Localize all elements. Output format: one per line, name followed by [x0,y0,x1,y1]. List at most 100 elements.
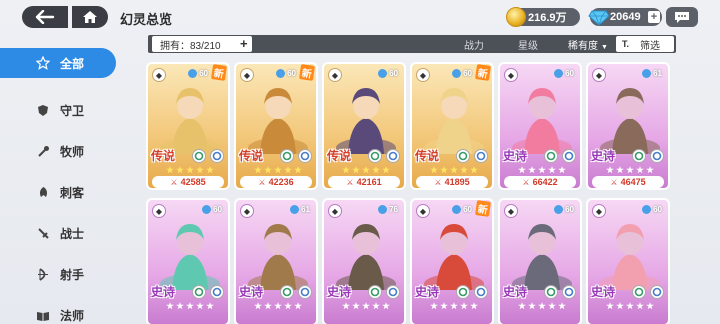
hero-card[interactable]: ◆ 60 史诗 [498,198,582,324]
hero-card[interactable]: ◆ 60 史诗 ⚔ 66422 [498,62,582,190]
element-icon [280,285,294,299]
plus-icon[interactable]: + [648,11,660,23]
level-icon [378,205,388,214]
sidebar-item-priest[interactable]: 牧师 [0,131,118,172]
star-icon [294,166,302,174]
star-icon [196,302,204,310]
filter-bar: 拥有：83/210 + 战力 星级 稀有度 ▼ T. 筛选 [148,35,676,53]
star-icon [196,166,204,174]
star-icon [558,166,566,174]
power-value: ⚔ 42585 [152,176,224,188]
star-rating [594,302,666,310]
new-badge: 新 [299,64,315,81]
staff-icon [36,145,50,159]
sidebar-item-archer[interactable]: 射手 [0,254,118,295]
class-icon: ◆ [328,68,342,82]
level-badge: 60 [188,69,208,78]
filter-button[interactable]: T. 筛选 [616,36,674,52]
level-badge: 60 [378,69,398,78]
level-icon [642,69,652,78]
star-icon [636,166,644,174]
sort-star-tab[interactable]: 星级 [518,37,538,52]
crossed-swords-icon: ⚔ [258,177,266,187]
power-value: ⚔ 46475 [592,176,664,188]
plus-icon[interactable]: + [240,36,248,51]
class-icon: ◆ [504,68,518,82]
hero-card[interactable]: ◆ 76 史诗 [322,198,406,324]
hero-portrait [600,88,660,154]
star-icon [254,166,262,174]
back-arrow-icon [35,10,55,24]
power-number: 66422 [532,177,558,187]
power-value: ⚔ 42161 [328,176,400,188]
level-icon [188,69,198,78]
hero-portrait [248,224,308,290]
star-icon [616,302,624,310]
star-icon [518,302,526,310]
power-number: 42161 [356,177,382,187]
star-outline-icon [36,56,50,70]
class-icon: ◆ [504,204,518,218]
sidebar-item-guard[interactable]: 守卫 [0,90,118,131]
star-rating [242,166,314,174]
star-icon [372,302,380,310]
owned-count[interactable]: 拥有：83/210 + [152,36,252,52]
hero-card[interactable]: ◆ 61 史诗 ⚔ 46475 [586,62,670,190]
class-icon: ◆ [328,204,342,218]
level-badge: 60 [452,205,472,214]
class-icon: ◆ [152,68,166,82]
star-icon [284,302,292,310]
new-badge: 新 [211,64,227,81]
hero-card[interactable]: ◆ 61 史诗 [234,198,318,324]
star-rating [418,166,490,174]
star-icon [470,302,478,310]
faction-icon [298,285,312,299]
hero-card[interactable]: ◆ 60 新传说 ⚔ 42236 [234,62,318,190]
star-icon [606,166,614,174]
level-value: 61 [653,69,662,78]
rarity-label: 史诗 [327,285,352,299]
rarity-label: 史诗 [415,285,440,299]
sidebar-item-all[interactable]: 全部 [0,48,116,78]
power-number: 46475 [620,177,646,187]
hero-card[interactable]: ◆ 60 史诗 [586,198,670,324]
back-button[interactable] [22,6,68,28]
level-badge: 60 [452,69,472,78]
star-rating [154,166,226,174]
hero-portrait [424,88,484,154]
sidebar-item-assassin[interactable]: 刺客 [0,172,118,213]
filter-label: 筛选 [640,40,660,52]
star-rating [154,302,226,310]
rarity-label: 史诗 [591,149,616,163]
sidebar-item-warrior[interactable]: 战士 [0,213,118,254]
sort-rarity-tab[interactable]: 稀有度 ▼ [568,37,608,52]
level-value: 60 [389,69,398,78]
hero-card[interactable]: ◆ 60 新传说 ⚔ 41895 [410,62,494,190]
new-badge: 新 [475,64,491,81]
star-icon [626,302,634,310]
hero-portrait [160,88,220,154]
gem-counter[interactable]: 20649 + [588,8,662,26]
sort-power-tab[interactable]: 战力 [464,37,484,52]
gold-counter[interactable]: 216.9万 [506,7,580,27]
star-icon [558,302,566,310]
star-icon [176,166,184,174]
level-value: 76 [389,205,398,214]
star-icon [548,302,556,310]
chat-button[interactable] [666,7,698,27]
hero-card[interactable]: ◆ 60 新传说 ⚔ 42585 [146,62,230,190]
crossed-swords-icon: ⚔ [346,177,354,187]
sidebar-item-label: 全部 [60,56,85,71]
star-icon [176,302,184,310]
star-rating [330,302,402,310]
element-icon [192,285,206,299]
home-button[interactable] [72,6,108,28]
hero-card[interactable]: ◆ 60 新史诗 [410,198,494,324]
rarity-label: 史诗 [503,149,528,163]
star-icon [528,302,536,310]
hero-card[interactable]: ◆ 60 史诗 [146,198,230,324]
sidebar-item-mage[interactable]: 法师 [0,295,118,324]
level-badge: 61 [290,205,310,214]
level-value: 60 [463,69,472,78]
hero-card[interactable]: ◆ 60 传说 ⚔ 42161 [322,62,406,190]
